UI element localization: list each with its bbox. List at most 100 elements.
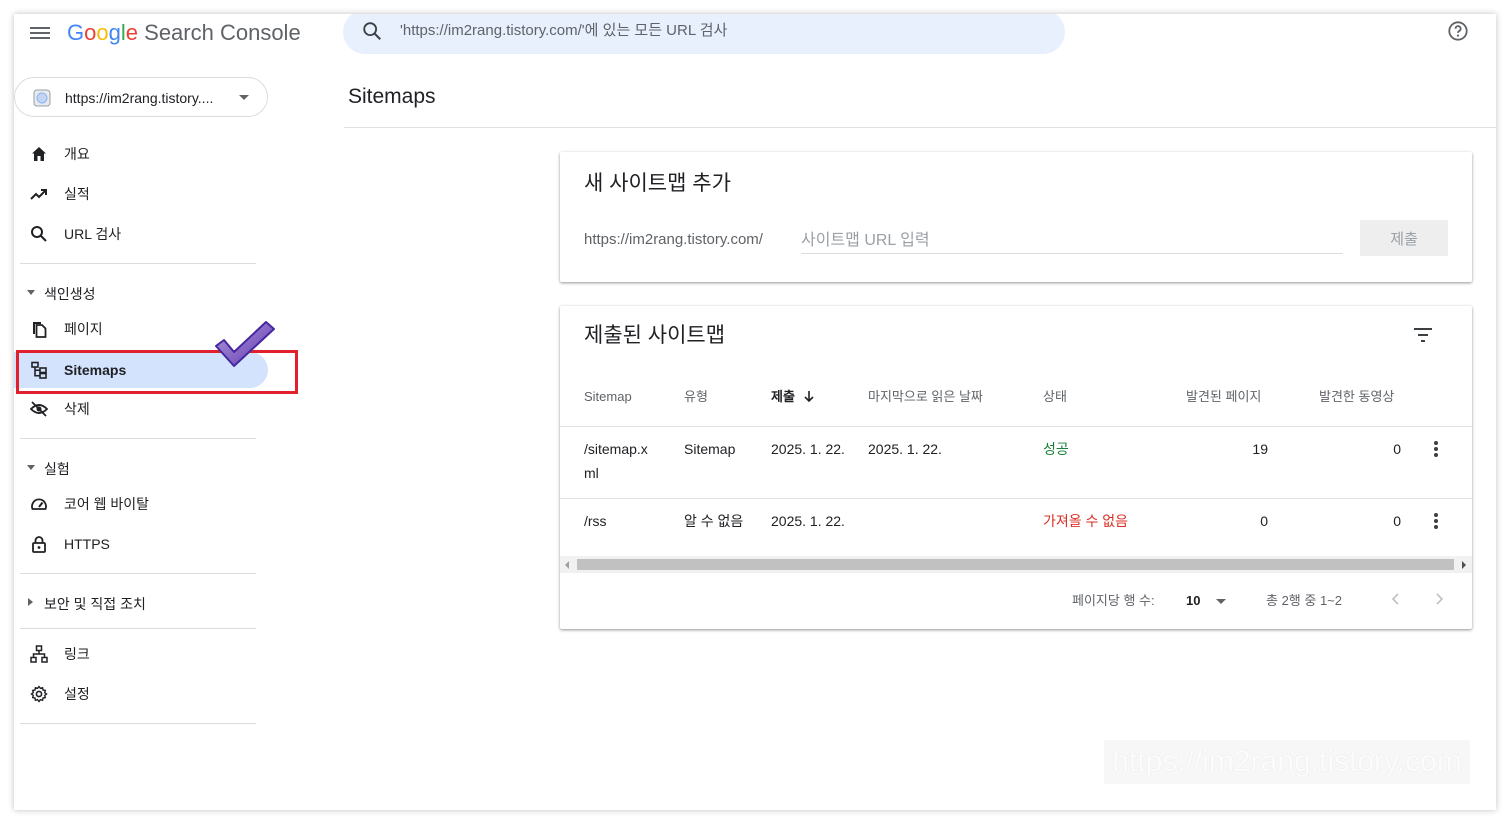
product-name: Search Console (144, 20, 301, 45)
sidebar-divider (20, 263, 256, 264)
chevron-down-icon[interactable] (1216, 599, 1226, 604)
sidebar-item-url-inspection[interactable]: URL 검사 (14, 216, 268, 252)
gear-icon (30, 685, 48, 703)
sidebar-item-label: 코어 웹 바이탈 (64, 496, 150, 512)
sidebar-item-overview[interactable]: 개요 (14, 136, 268, 172)
cell-submitted: 2025. 1. 22. (771, 441, 845, 457)
more-vert-icon[interactable] (1434, 441, 1438, 457)
app-frame: Google Search Console 'https://im2rang.t… (14, 14, 1496, 810)
scrollbar-thumb[interactable] (577, 559, 1454, 570)
property-label: https://im2rang.tistory.... (65, 90, 214, 106)
watermark: https://im2rang.tistory.com (1104, 740, 1470, 784)
section-label: 색인생성 (44, 286, 96, 302)
cell-discovered-videos: 0 (1393, 513, 1401, 529)
horizontal-scrollbar[interactable] (560, 556, 1472, 573)
table-divider (560, 426, 1472, 427)
column-header-status[interactable]: 상태 (1043, 389, 1067, 405)
sidebar-divider (20, 438, 256, 439)
home-icon (32, 147, 46, 161)
scroll-right-icon[interactable] (1462, 561, 1466, 569)
url-inspection-search[interactable]: 'https://im2rang.tistory.com/'에 있는 모든 UR… (343, 14, 1065, 54)
sidebar-section-experience[interactable]: 실험 (14, 454, 268, 484)
search-icon (31, 226, 47, 242)
filter-icon[interactable] (1412, 326, 1434, 344)
logo-letter: o (96, 20, 109, 45)
property-selector[interactable]: https://im2rang.tistory.... (14, 77, 268, 117)
logo-letter: e (125, 20, 139, 45)
search-icon (363, 22, 381, 40)
cell-type: 알 수 없음 (684, 513, 744, 529)
rows-per-page-select[interactable]: 10 (1186, 593, 1200, 609)
cell-status-error: 가져올 수 없음 (1043, 513, 1129, 529)
sidebar-item-label: 개요 (64, 146, 90, 162)
sitemap-url-input[interactable] (801, 228, 1343, 254)
cell-discovered-videos: 0 (1393, 441, 1401, 457)
section-label: 보안 및 직접 조치 (44, 596, 146, 612)
cell-status-success: 성공 (1043, 441, 1069, 457)
pages-icon (33, 322, 47, 338)
cell-sitemap: /rss (584, 513, 607, 529)
cell-discovered-pages: 0 (1260, 513, 1268, 529)
speed-icon (31, 498, 47, 510)
column-header-discovered-pages[interactable]: 발견된 페이지 (1186, 389, 1261, 405)
column-header-label: 제출 (771, 389, 795, 404)
table-divider (560, 498, 1472, 499)
cell-discovered-pages: 19 (1252, 441, 1268, 457)
card-title: 새 사이트맵 추가 (584, 172, 731, 195)
card-title: 제출된 사이트맵 (584, 324, 726, 347)
trending-up-icon (30, 189, 47, 200)
sidebar-item-label: 실적 (64, 186, 90, 202)
chevron-down-icon (239, 95, 249, 100)
scroll-left-icon[interactable] (565, 561, 569, 569)
visibility-off-icon (30, 401, 48, 417)
column-header-type[interactable]: 유형 (684, 389, 708, 405)
sidebar-divider (20, 628, 256, 629)
sidebar-section-security[interactable]: 보안 및 직접 조치 (14, 589, 268, 619)
sidebar-item-links[interactable]: 링크 (14, 636, 268, 672)
sidebar-item-settings[interactable]: 설정 (14, 676, 268, 712)
chevron-right-icon[interactable] (1433, 592, 1445, 606)
caret-down-icon (27, 290, 35, 295)
cell-type: Sitemap (684, 441, 736, 457)
cell-last-read: 2025. 1. 22. (868, 441, 942, 457)
checkmark-icon (215, 321, 275, 367)
sidebar-item-label: URL 검사 (64, 226, 122, 242)
column-header-submitted[interactable]: 제출 (771, 389, 815, 405)
sidebar-item-core-web-vitals[interactable]: 코어 웹 바이탈 (14, 486, 268, 522)
help-icon[interactable] (1447, 20, 1469, 42)
sidebar-item-label: HTTPS (64, 536, 110, 552)
sidebar-item-label: 페이지 (64, 321, 103, 337)
sidebar-divider (20, 723, 256, 724)
title-divider (344, 127, 1496, 128)
column-header-discovered-videos[interactable]: 발견한 동영상 (1319, 389, 1394, 405)
globe-icon (33, 89, 51, 107)
menu-icon[interactable] (30, 24, 50, 40)
caret-right-icon (28, 598, 33, 606)
rows-per-page-label: 페이지당 행 수: (1072, 593, 1155, 608)
search-console-logo[interactable]: Google Search Console (67, 18, 301, 48)
submit-button[interactable]: 제출 (1360, 220, 1448, 256)
sidebar-item-https[interactable]: HTTPS (14, 526, 268, 562)
sidebar-section-indexing[interactable]: 색인생성 (14, 279, 268, 309)
add-sitemap-card: 새 사이트맵 추가 https://im2rang.tistory.com/ 제… (560, 152, 1472, 282)
chevron-left-icon[interactable] (1390, 592, 1402, 606)
arrow-down-icon (804, 391, 814, 403)
cell-sitemap: /sitemap.x (584, 441, 648, 457)
submitted-sitemaps-card: 제출된 사이트맵 Sitemap 유형 제출 마지막으로 읽은 날짜 상태 발견… (560, 306, 1472, 629)
logo-letter: G (67, 20, 85, 45)
sidebar-item-performance[interactable]: 실적 (14, 176, 268, 212)
search-placeholder: 'https://im2rang.tistory.com/'에 있는 모든 UR… (400, 22, 728, 39)
sidebar-item-label: 설정 (64, 686, 90, 702)
column-header-sitemap[interactable]: Sitemap (584, 389, 632, 405)
sidebar-item-removals[interactable]: 삭제 (14, 391, 268, 427)
more-vert-icon[interactable] (1434, 513, 1438, 529)
logo-letter: g (108, 20, 121, 45)
url-prefix: https://im2rang.tistory.com/ (584, 231, 763, 248)
pagination-range: 총 2행 중 1~2 (1266, 593, 1342, 608)
sidebar-item-label: 삭제 (64, 401, 90, 417)
sidebar-item-label: 링크 (64, 646, 90, 662)
cell-sitemap-wrap: ml (584, 465, 599, 481)
page-title: Sitemaps (348, 85, 436, 108)
section-label: 실험 (44, 461, 70, 477)
column-header-last-read[interactable]: 마지막으로 읽은 날짜 (868, 389, 983, 405)
